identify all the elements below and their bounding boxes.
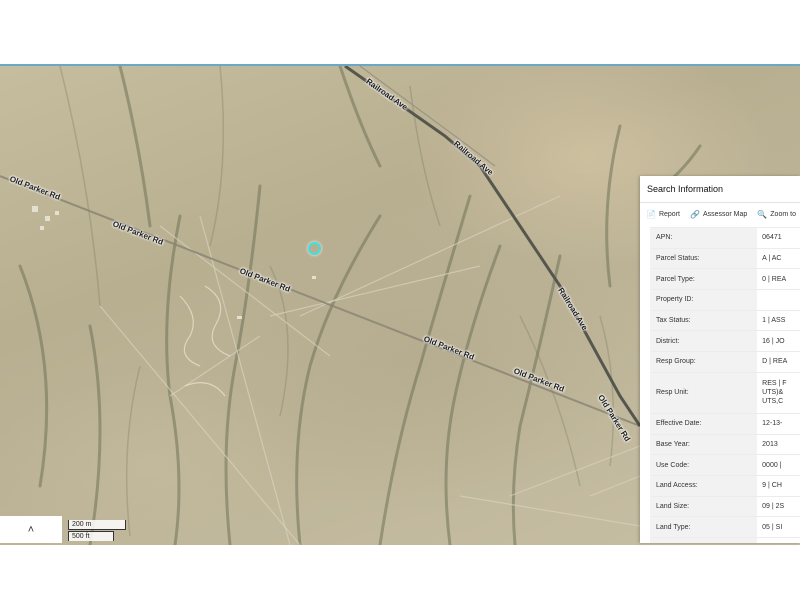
scale-imperial: 500 ft — [68, 531, 114, 541]
chevron-up-icon[interactable]: ˄ — [28, 524, 34, 536]
field-label: APN: — [650, 227, 758, 249]
field-value: 16 | JO — [757, 330, 800, 352]
field-value — [757, 289, 800, 311]
field-value: 1 | ASS — [757, 309, 800, 331]
table-row: Use Code: 0000 | — [650, 454, 800, 476]
field-value: 0000 | — [757, 454, 800, 476]
assessor-map-label: Assessor Map — [702, 210, 748, 218]
field-value: 05 | SI — [757, 516, 800, 538]
field-label: Property ID: — [650, 289, 758, 311]
table-row: Effective Date: 12-13- — [650, 412, 800, 434]
field-value: 12-13- — [757, 412, 800, 434]
zoom-icon: 🔍 — [757, 209, 768, 219]
field-label: Effective Date: — [650, 412, 758, 434]
table-row: Resp Unit: RES | F UTS)& UTS,C — [650, 371, 800, 414]
field-label: Land Size: — [650, 495, 758, 517]
field-value — [757, 536, 800, 543]
field-label: District: — [650, 330, 758, 352]
table-row: Parcel Status: A | AC — [650, 247, 800, 269]
scale-bar: 200 m 500 ft — [68, 520, 126, 542]
table-row: Resp Group: D | REA — [650, 351, 800, 373]
table-row: Tax Status: 1 | ASS — [650, 309, 800, 331]
field-value: 09 | 2S — [757, 495, 800, 517]
field-value: A | AC — [757, 247, 800, 269]
assessor-map-button[interactable]: 🔗 Assessor Map — [690, 210, 747, 219]
report-label: Report — [658, 210, 680, 218]
table-row: Base Year: 2013 — [650, 433, 800, 455]
panel-title: Search Information — [640, 176, 800, 203]
field-label: Resp Group: — [650, 351, 758, 373]
table-row: Land Access: 9 | CH — [650, 474, 800, 497]
table-row: Parcel Type: 0 | REA — [650, 268, 800, 290]
field-value: 9 | CH — [757, 474, 800, 497]
panel-actions: 📄 Report 🔗 Assessor Map 🔍 Zoom to — [640, 203, 800, 225]
field-value: 06471 — [757, 227, 800, 249]
table-row: District: 16 | JO — [650, 330, 800, 352]
field-value: RES | F UTS)& UTS,C — [757, 371, 800, 414]
table-row: Property ID: — [650, 289, 800, 311]
parcel-info-table: APN: 06471 Parcel Status: A | AC Parcel Type… — [650, 227, 800, 543]
scale-metric: 200 m — [68, 520, 126, 530]
table-row: APN: 06471 — [650, 227, 800, 249]
location-marker[interactable] — [308, 242, 321, 255]
field-label: Tax Status: — [650, 309, 758, 331]
field-value: 0 | REA — [757, 268, 800, 290]
table-row: Land Type: 05 | SI — [650, 516, 800, 538]
table-row: Land Size: 09 | 2S — [650, 495, 800, 517]
field-label: HOX: — [650, 536, 758, 543]
table-row: HOX: — [650, 536, 800, 543]
field-label: Parcel Type: — [650, 268, 758, 290]
field-label: Land Access: — [650, 474, 758, 497]
field-label: Resp Unit: — [650, 371, 758, 414]
zoom-to-label: Zoom to — [770, 210, 796, 218]
field-label: Base Year: — [650, 433, 758, 455]
report-button[interactable]: 📄 Report — [646, 210, 680, 219]
search-information-panel: Search Information 📄 Report 🔗 Assessor M… — [640, 176, 800, 543]
field-value: D | REA — [757, 351, 800, 373]
field-value: 2013 — [757, 433, 800, 455]
field-label: Parcel Status: — [650, 247, 758, 269]
field-label: Use Code: — [650, 454, 758, 476]
report-icon: 📄 — [646, 209, 656, 219]
link-icon: 🔗 — [689, 209, 700, 219]
collapse-tab[interactable]: ˄ — [0, 516, 62, 543]
zoom-to-button[interactable]: 🔍 Zoom to — [757, 210, 796, 219]
field-label: Land Type: — [650, 516, 758, 538]
